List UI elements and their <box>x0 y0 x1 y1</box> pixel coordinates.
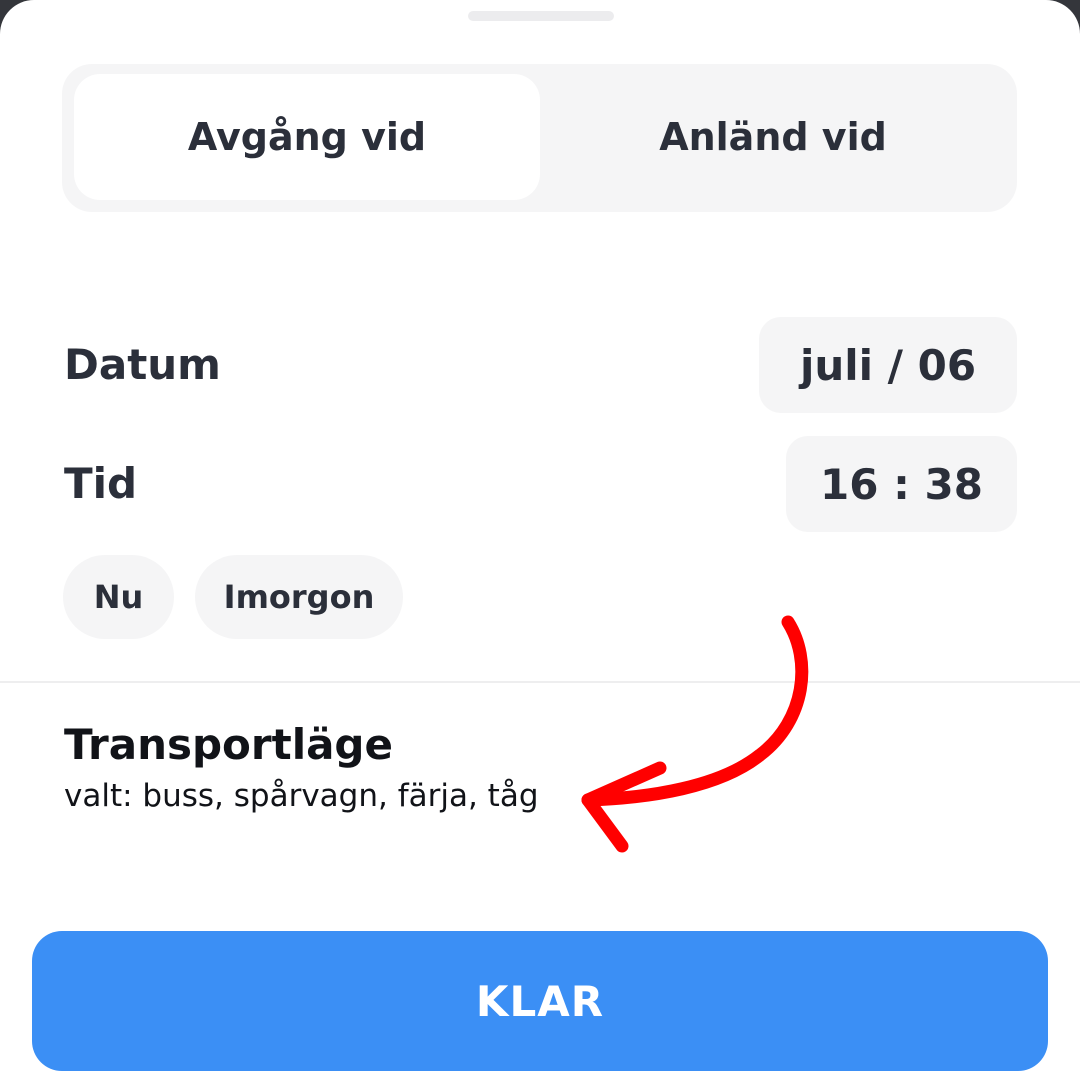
done-button[interactable]: KLAR <box>32 931 1048 1071</box>
date-label: Datum <box>64 340 221 389</box>
bottom-sheet: Avgång vid Anländ vid Datum juli / 06 Ti… <box>0 0 1080 1080</box>
date-picker[interactable]: juli / 06 <box>759 317 1017 413</box>
transport-mode-title: Transportläge <box>64 720 393 769</box>
time-label: Tid <box>64 459 138 508</box>
departure-arrival-toggle: Avgång vid Anländ vid <box>62 64 1017 212</box>
drag-handle[interactable] <box>468 11 614 21</box>
now-chip[interactable]: Nu <box>63 555 174 639</box>
departure-tab[interactable]: Avgång vid <box>74 74 540 200</box>
time-picker[interactable]: 16 : 38 <box>786 436 1017 532</box>
tomorrow-chip[interactable]: Imorgon <box>195 555 403 639</box>
divider <box>0 681 1080 683</box>
transport-mode-selection: valt: buss, spårvagn, färja, tåg <box>64 778 539 814</box>
transport-mode-row[interactable]: Transportläge valt: buss, spårvagn, färj… <box>64 718 539 816</box>
arrival-tab[interactable]: Anländ vid <box>540 74 1006 200</box>
